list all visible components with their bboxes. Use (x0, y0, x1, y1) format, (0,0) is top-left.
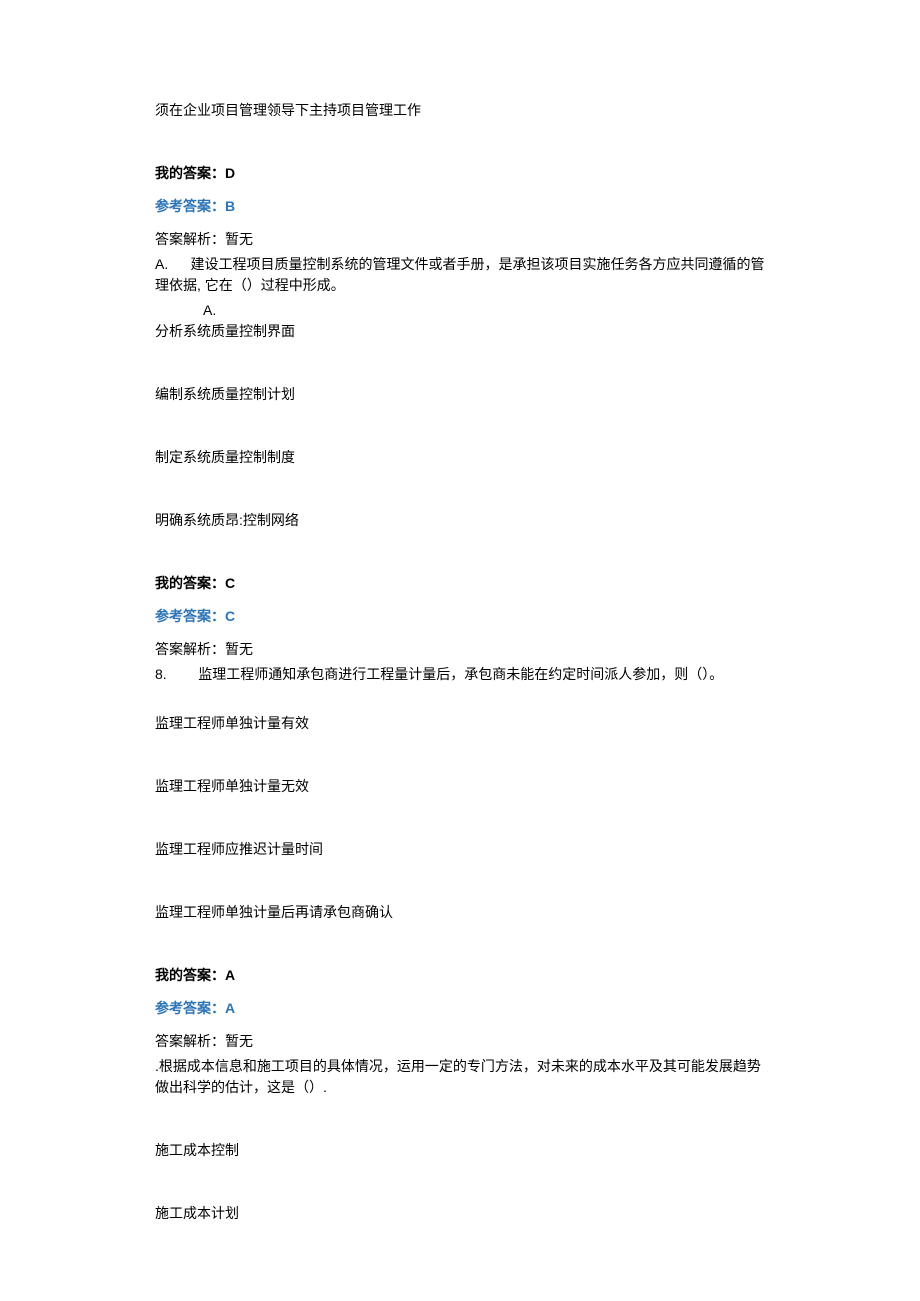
q7-explanation: 答案解析：暂无 (155, 639, 765, 660)
my-answer-value: C (225, 575, 235, 591)
ref-answer-value: C (225, 608, 235, 624)
q8-stem-block: 8. 监理工程师通知承包商进行工程量计量后，承包商未能在约定时间派人参加，则（）… (155, 664, 765, 685)
q7-option-d: 明确系统质昂:控制网络 (155, 510, 765, 531)
ref-answer-value: A (225, 1000, 235, 1016)
q7-inner-label-line: A. (155, 300, 765, 321)
explain-label: 答案解析： (155, 231, 225, 247)
explain-value: 暂无 (225, 1033, 253, 1049)
q7-inner-label: A. (155, 300, 216, 321)
explain-label: 答案解析： (155, 641, 225, 657)
q9-option-b: 施工成本计划 (155, 1203, 765, 1224)
q8-option-a: 监理工程师单独计量有效 (155, 713, 765, 734)
q6-ref-answer: 参考答案：B (155, 196, 765, 217)
my-answer-value: A (225, 967, 235, 983)
ref-answer-value: B (225, 198, 235, 214)
q8-explanation: 答案解析：暂无 (155, 1031, 765, 1052)
q9-option-a: 施工成本控制 (155, 1140, 765, 1161)
q7-option-a: 分析系统质量控制界面 (155, 321, 765, 342)
my-answer-label: 我的答案： (155, 575, 225, 591)
my-answer-label: 我的答案： (155, 967, 225, 983)
ref-answer-label: 参考答案： (155, 198, 225, 214)
q8-ref-answer: 参考答案：A (155, 998, 765, 1019)
q6-my-answer: 我的答案：D (155, 163, 765, 184)
q7-my-answer: 我的答案：C (155, 573, 765, 594)
q8-my-answer: 我的答案：A (155, 965, 765, 986)
document-page: 须在企业项目管理领导下主持项目管理工作 我的答案：D 参考答案：B 答案解析：暂… (0, 0, 920, 1264)
explain-value: 暂无 (225, 641, 253, 657)
explain-value: 暂无 (225, 231, 253, 247)
my-answer-label: 我的答案： (155, 165, 225, 181)
q6-option-tail: 须在企业项目管理领导下主持项目管理工作 (155, 100, 765, 121)
explain-label: 答案解析： (155, 1033, 225, 1049)
q8-number: 8. (155, 664, 171, 685)
q7-stem-block: A. 建设工程项目质量控制系统的管理文件或者手册，是承担该项目实施任务各方应共同… (155, 254, 765, 296)
q9-stem-block: .根据成本信息和施工项目的具体情况，运用一定的专门方法，对未来的成本水平及其可能… (155, 1056, 765, 1098)
q8-stem-text: 监理工程师通知承包商进行工程量计量后，承包商未能在约定时间派人参加，则（）。 (198, 666, 723, 682)
q7-stem-text: 建设工程项目质量控制系统的管理文件或者手册，是承担该项目实施任务各方应共同遵循的… (155, 256, 764, 293)
ref-answer-label: 参考答案： (155, 608, 225, 624)
q8-option-d: 监理工程师单独计量后再请承包商确认 (155, 902, 765, 923)
q8-option-c: 监理工程师应推迟计量时间 (155, 839, 765, 860)
q7-ref-answer: 参考答案：C (155, 606, 765, 627)
q6-explanation: 答案解析：暂无 (155, 229, 765, 250)
q7-option-b: 编制系统质量控制计划 (155, 384, 765, 405)
q7-option-c: 制定系统质量控制制度 (155, 447, 765, 468)
q7-number: A. (155, 254, 171, 275)
my-answer-value: D (225, 165, 235, 181)
q8-option-b: 监理工程师单独计量无效 (155, 776, 765, 797)
ref-answer-label: 参考答案： (155, 1000, 225, 1016)
